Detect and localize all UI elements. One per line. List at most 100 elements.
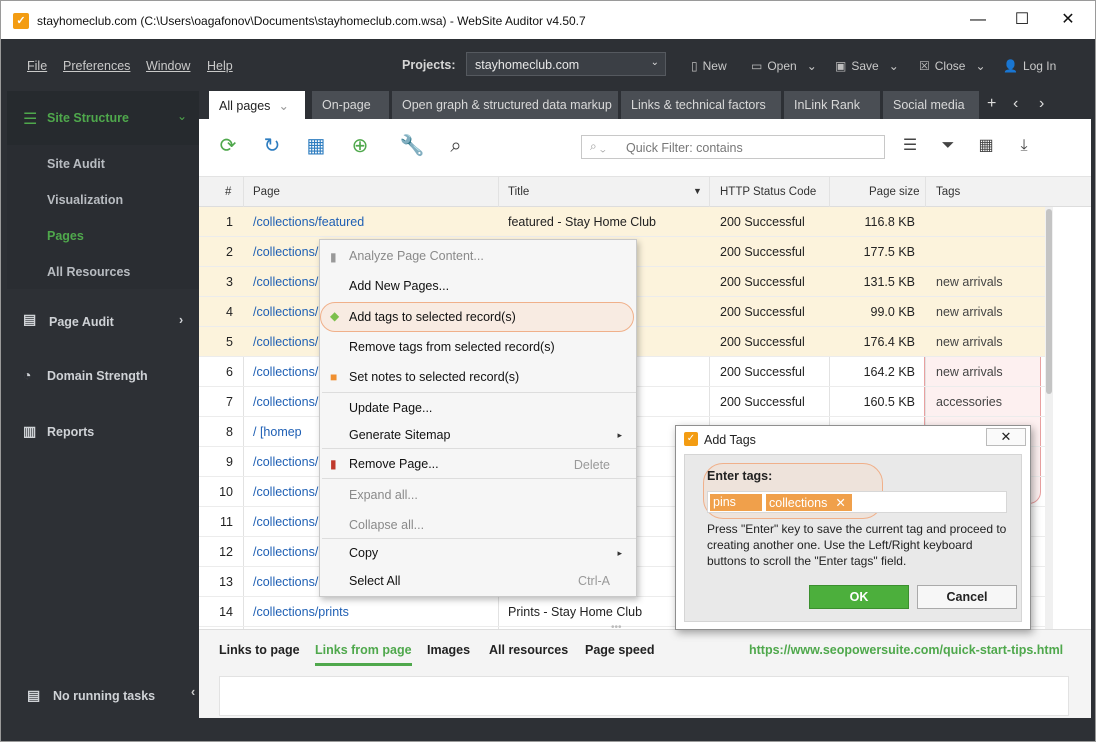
columns-icon[interactable]: ▦ bbox=[973, 133, 999, 159]
rebuild-project-icon[interactable]: ⟳ bbox=[215, 133, 241, 159]
tab-page-speed[interactable]: Page speed bbox=[585, 643, 654, 657]
sidebar-item-visualization[interactable]: Visualization bbox=[47, 193, 123, 207]
tag-chip[interactable]: pins bbox=[710, 494, 762, 511]
add-page-icon[interactable]: ⊕ bbox=[347, 133, 373, 159]
new-button[interactable]: ▯ New bbox=[691, 59, 727, 73]
col-number[interactable]: # bbox=[225, 186, 231, 198]
cancel-button[interactable]: Cancel bbox=[917, 585, 1017, 609]
close-chevron-icon[interactable]: ⌄ bbox=[975, 59, 985, 73]
quick-start-link[interactable]: https://www.seopowersuite.com/quick-star… bbox=[749, 643, 1063, 657]
tab-on-page[interactable]: On-page bbox=[312, 91, 389, 119]
menu-analyze-page[interactable]: Analyze Page Content... bbox=[349, 249, 484, 263]
cell-page[interactable]: /collections/ bbox=[253, 455, 318, 469]
cell-page[interactable]: /collections/ bbox=[253, 305, 318, 319]
collapse-sidebar-icon[interactable]: ‹ bbox=[191, 685, 195, 699]
menu-preferences[interactable]: Preferences bbox=[63, 59, 130, 73]
cell-page[interactable]: /collections/ bbox=[253, 245, 318, 259]
menu-help[interactable]: Help bbox=[207, 59, 233, 73]
cell-page[interactable]: /collections/featured bbox=[253, 215, 364, 229]
menu-select-all[interactable]: Select All bbox=[349, 574, 400, 588]
menu-set-notes[interactable]: Set notes to selected record(s) bbox=[349, 370, 519, 384]
tab-all-resources[interactable]: All resources bbox=[489, 643, 568, 657]
menu-remove-tags[interactable]: Remove tags from selected record(s) bbox=[349, 340, 555, 354]
tab-links-from-page[interactable]: Links from page bbox=[315, 643, 412, 666]
chevron-down-icon: ⌄ bbox=[177, 109, 188, 123]
reports-label: Reports bbox=[47, 425, 95, 439]
ok-button[interactable]: OK bbox=[809, 585, 909, 609]
sidebar-reports[interactable]: ▥ Reports bbox=[7, 411, 199, 451]
open-chevron-icon[interactable]: ⌄ bbox=[807, 59, 817, 73]
enter-tags-field[interactable]: pins collections ✕ bbox=[707, 491, 1007, 513]
cell-page[interactable]: /collections/ bbox=[253, 395, 318, 409]
cell-page[interactable]: / [homep bbox=[253, 425, 302, 439]
cell-status: 200 Successful bbox=[720, 215, 805, 229]
menu-add-tags[interactable]: Add tags to selected record(s) bbox=[349, 310, 516, 324]
col-status[interactable]: HTTP Status Code bbox=[720, 186, 816, 198]
update-icon[interactable]: ↻ bbox=[259, 133, 285, 159]
search-icon[interactable]: ⌕ bbox=[443, 133, 469, 159]
col-size[interactable]: Page size bbox=[869, 186, 920, 198]
col-tags[interactable]: Tags bbox=[936, 186, 960, 198]
export-icon[interactable]: ⤓ bbox=[1011, 133, 1037, 159]
tab-images[interactable]: Images bbox=[427, 643, 470, 657]
save-chevron-icon[interactable]: ⌄ bbox=[889, 59, 899, 73]
scroll-left-icon[interactable]: ‹ bbox=[1013, 95, 1018, 113]
close-project-button[interactable]: ☒ Close ⌄ bbox=[919, 59, 986, 73]
maximize-button[interactable]: ☐ bbox=[1011, 9, 1033, 31]
cell-page[interactable]: /collections/ bbox=[253, 485, 318, 499]
menu-expand-all[interactable]: Expand all... bbox=[349, 488, 418, 502]
sidebar-item-pages[interactable]: Pages bbox=[47, 229, 84, 243]
menu-generate-sitemap[interactable]: Generate Sitemap bbox=[349, 428, 450, 442]
menu-separator bbox=[322, 478, 636, 479]
add-tab-icon[interactable]: + bbox=[987, 95, 996, 113]
cell-page[interactable]: /collections/ bbox=[253, 335, 318, 349]
tab-links-to-page[interactable]: Links to page bbox=[219, 643, 300, 657]
cell-page[interactable]: /collections/ bbox=[253, 545, 318, 559]
scrollbar-thumb[interactable] bbox=[1046, 209, 1052, 394]
minimize-button[interactable]: — bbox=[967, 9, 989, 31]
menu-add-new-pages[interactable]: Add New Pages... bbox=[349, 279, 449, 293]
sidebar-site-structure[interactable]: ☰ Site Structure ⌄ bbox=[7, 91, 199, 145]
col-page[interactable]: Page bbox=[253, 186, 280, 198]
cell-page[interactable]: /collections/ bbox=[253, 575, 318, 589]
tab-inlink-rank[interactable]: InLink Rank bbox=[784, 91, 880, 119]
wrench-icon[interactable]: 🔧 bbox=[399, 133, 425, 159]
save-button[interactable]: ▣ Save ⌄ bbox=[835, 59, 899, 73]
open-button[interactable]: ▭ Open ⌄ bbox=[751, 59, 817, 73]
table-scrollbar[interactable] bbox=[1045, 207, 1053, 629]
col-title[interactable]: Title bbox=[508, 186, 529, 198]
sidebar-domain-strength[interactable]: ◔ Domain Strength bbox=[7, 355, 199, 395]
menu-file[interactable]: File bbox=[27, 59, 47, 73]
menu-remove-page[interactable]: Remove Page... bbox=[349, 457, 439, 471]
tab-links-technical[interactable]: Links & technical factors bbox=[621, 91, 781, 119]
gauge-icon: ◔ bbox=[23, 367, 32, 383]
list-view-icon[interactable]: ☰ bbox=[897, 133, 923, 159]
scroll-right-icon[interactable]: › bbox=[1039, 95, 1044, 113]
cell-page[interactable]: /collections/ bbox=[253, 275, 318, 289]
cell-page[interactable]: /collections/ bbox=[253, 515, 318, 529]
menu-collapse-all[interactable]: Collapse all... bbox=[349, 518, 424, 532]
filter-icon[interactable]: ⏷ bbox=[935, 133, 961, 159]
menu-window[interactable]: Window bbox=[146, 59, 190, 73]
sidebar-item-site-audit[interactable]: Site Audit bbox=[47, 157, 105, 171]
table-row[interactable]: 1/collections/featured featured - Stay Ho… bbox=[199, 207, 1045, 237]
dialog-close-button[interactable]: ✕ bbox=[986, 428, 1026, 446]
login-button[interactable]: 👤 Log In bbox=[1003, 59, 1056, 73]
cell-page[interactable]: /collections/ bbox=[253, 365, 318, 379]
resize-handle-icon[interactable]: ••• bbox=[611, 622, 622, 633]
sidebar-page-audit[interactable]: ▤ Page Audit › bbox=[7, 301, 199, 341]
cell-page[interactable]: /collections/prints bbox=[253, 605, 349, 619]
quick-filter-input[interactable]: ⌕ ⌄ Quick Filter: contains bbox=[581, 135, 885, 159]
remove-tag-icon[interactable]: ✕ bbox=[835, 496, 845, 510]
schedule-icon[interactable]: ▦ bbox=[303, 133, 329, 159]
tab-social-media[interactable]: Social media bbox=[883, 91, 979, 119]
menu-update-page[interactable]: Update Page... bbox=[349, 401, 432, 415]
project-select[interactable]: stayhomeclub.com ⌄ bbox=[466, 52, 666, 76]
select-all-shortcut: Ctrl-A bbox=[578, 574, 610, 588]
sidebar-item-all-resources[interactable]: All Resources bbox=[47, 265, 130, 279]
tab-open-graph[interactable]: Open graph & structured data markup bbox=[392, 91, 618, 119]
menu-copy[interactable]: Copy bbox=[349, 546, 378, 560]
tag-chip[interactable]: collections ✕ bbox=[766, 494, 852, 511]
tab-all-pages[interactable]: All pages ⌄ bbox=[209, 91, 305, 119]
close-window-button[interactable]: ✕ bbox=[1057, 9, 1079, 31]
